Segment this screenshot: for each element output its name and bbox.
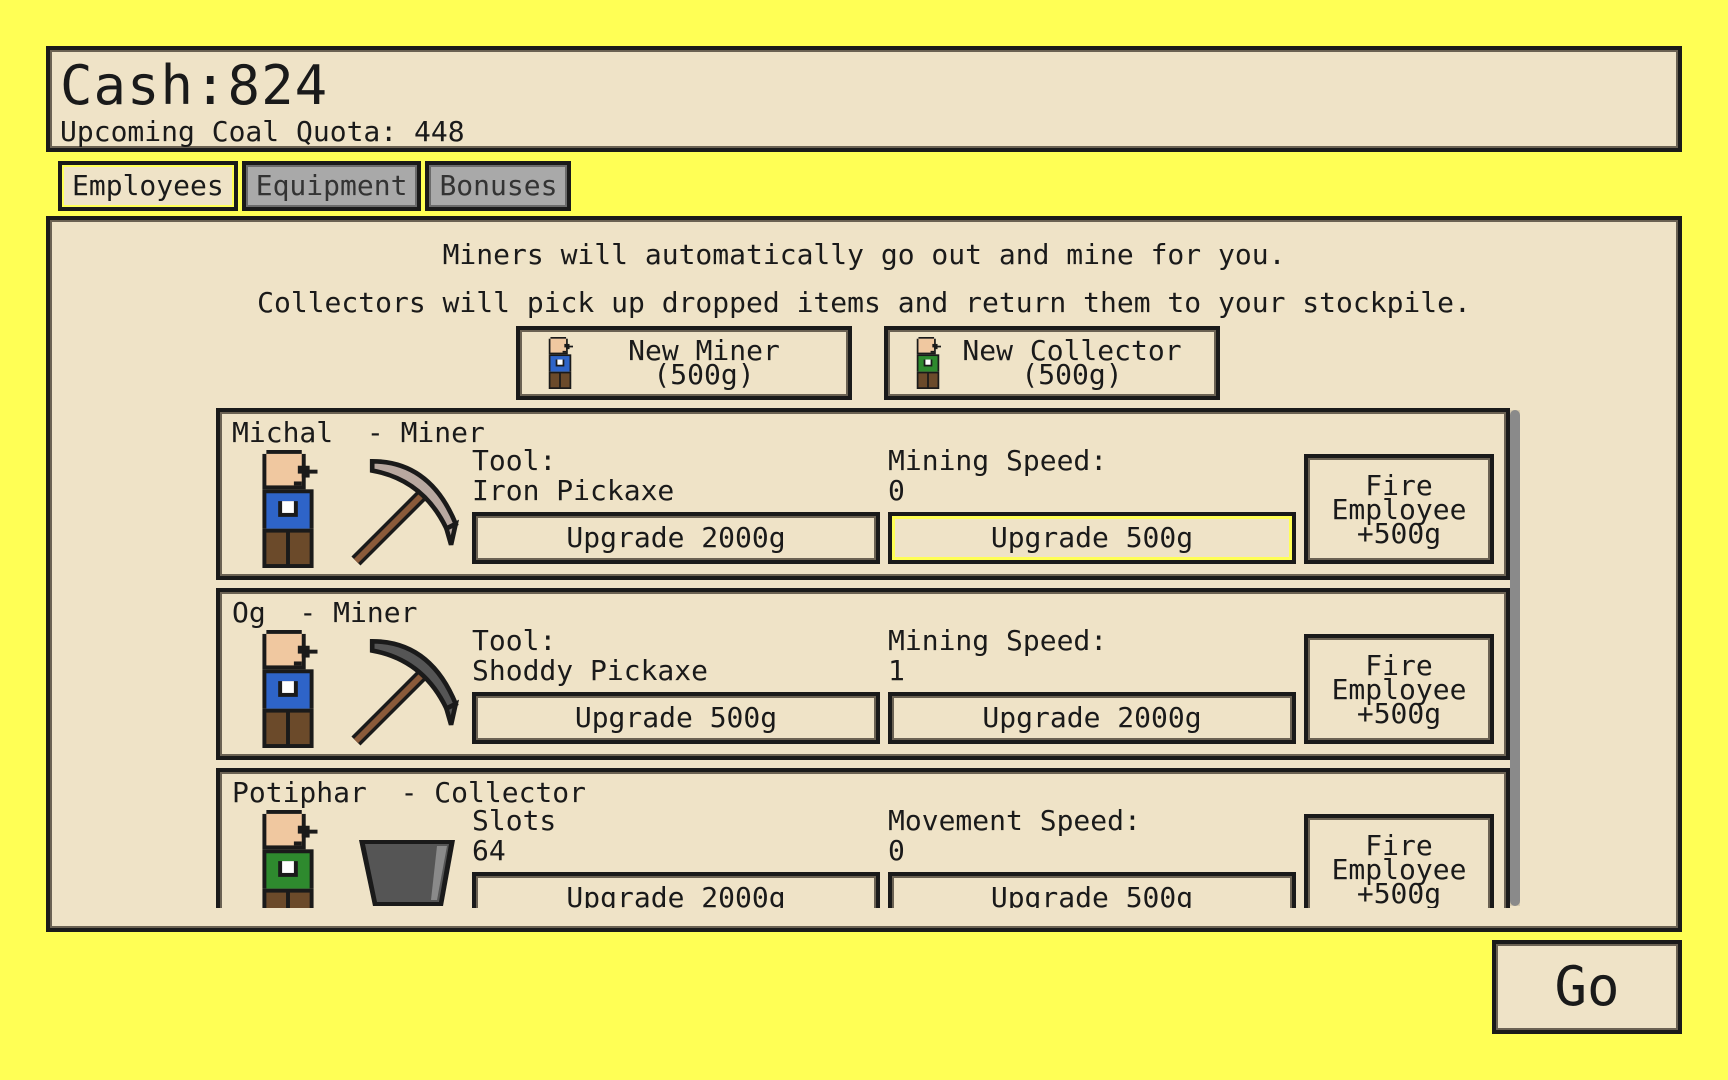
employee-card: Potiphar - Collector Slots 64 Upgrade 20… bbox=[216, 768, 1510, 908]
tab-employees[interactable]: Employees bbox=[58, 161, 238, 211]
bucket-icon bbox=[348, 830, 466, 908]
iron-pickaxe-icon bbox=[348, 452, 466, 568]
tool-value: Shoddy Pickaxe bbox=[472, 654, 709, 687]
coal-quota-display: Upcoming Coal Quota: 448 bbox=[60, 115, 465, 148]
employee-list[interactable]: Michal - Miner Tool: Iron Pickaxe Upgrad… bbox=[214, 408, 1572, 908]
upgrade-speed-button[interactable]: Upgrade 500g bbox=[888, 512, 1296, 564]
fire-employee-button[interactable]: Fire Employee +500g bbox=[1304, 454, 1494, 564]
new-collector-button[interactable]: New Collector (500g) bbox=[884, 326, 1220, 400]
new-miner-button[interactable]: New Miner (500g) bbox=[516, 326, 852, 400]
miner-avatar-icon bbox=[540, 337, 580, 389]
upgrade-speed-button[interactable]: Upgrade 500g bbox=[888, 872, 1296, 908]
collector-avatar-icon bbox=[254, 810, 322, 908]
fire-employee-button[interactable]: Fire Employee +500g bbox=[1304, 814, 1494, 908]
speed-label: Mining Speed: bbox=[888, 444, 1108, 477]
scrollbar-thumb[interactable] bbox=[1510, 410, 1520, 906]
tool-label: Tool: bbox=[472, 624, 557, 657]
go-button[interactable]: Go bbox=[1492, 940, 1682, 1034]
slots-value: 64 bbox=[472, 834, 506, 867]
status-header: Cash:824 Upcoming Coal Quota: 448 bbox=[46, 46, 1682, 152]
speed-value: 0 bbox=[888, 834, 905, 867]
employee-name-role: Og - Miner bbox=[232, 596, 418, 629]
collectors-info-text: Collectors will pick up dropped items an… bbox=[257, 286, 1471, 319]
employee-list-scrollbar[interactable] bbox=[1510, 410, 1520, 906]
fire-employee-button[interactable]: Fire Employee +500g bbox=[1304, 634, 1494, 744]
miner-avatar-icon bbox=[254, 450, 322, 568]
employees-panel: Miners will automatically go out and min… bbox=[46, 216, 1682, 932]
speed-value: 1 bbox=[888, 654, 905, 687]
speed-label: Movement Speed: bbox=[888, 804, 1141, 837]
speed-value: 0 bbox=[888, 474, 905, 507]
speed-label: Mining Speed: bbox=[888, 624, 1108, 657]
tool-label: Tool: bbox=[472, 444, 557, 477]
upgrade-slots-button[interactable]: Upgrade 2000g bbox=[472, 872, 880, 908]
tab-bar: Employees Equipment Bonuses bbox=[58, 161, 572, 211]
new-miner-label: New Miner (500g) bbox=[628, 334, 780, 391]
upgrade-speed-button[interactable]: Upgrade 2000g bbox=[888, 692, 1296, 744]
employee-card: Michal - Miner Tool: Iron Pickaxe Upgrad… bbox=[216, 408, 1510, 580]
employee-name-role: Michal - Miner bbox=[232, 416, 485, 449]
collector-avatar-icon bbox=[908, 337, 948, 389]
cash-display: Cash:824 bbox=[60, 54, 329, 117]
employee-card: Og - Miner Tool: Shoddy Pickaxe Upgrade … bbox=[216, 588, 1510, 760]
upgrade-tool-button[interactable]: Upgrade 500g bbox=[472, 692, 880, 744]
miners-info-text: Miners will automatically go out and min… bbox=[442, 238, 1286, 271]
upgrade-tool-button[interactable]: Upgrade 2000g bbox=[472, 512, 880, 564]
slots-label: Slots bbox=[472, 804, 557, 837]
tab-equipment[interactable]: Equipment bbox=[241, 161, 422, 211]
miner-avatar-icon bbox=[254, 630, 322, 748]
new-collector-label: New Collector (500g) bbox=[962, 334, 1182, 391]
tab-bonuses[interactable]: Bonuses bbox=[425, 161, 572, 211]
shoddy-pickaxe-icon bbox=[348, 632, 466, 748]
tool-value: Iron Pickaxe bbox=[472, 474, 675, 507]
